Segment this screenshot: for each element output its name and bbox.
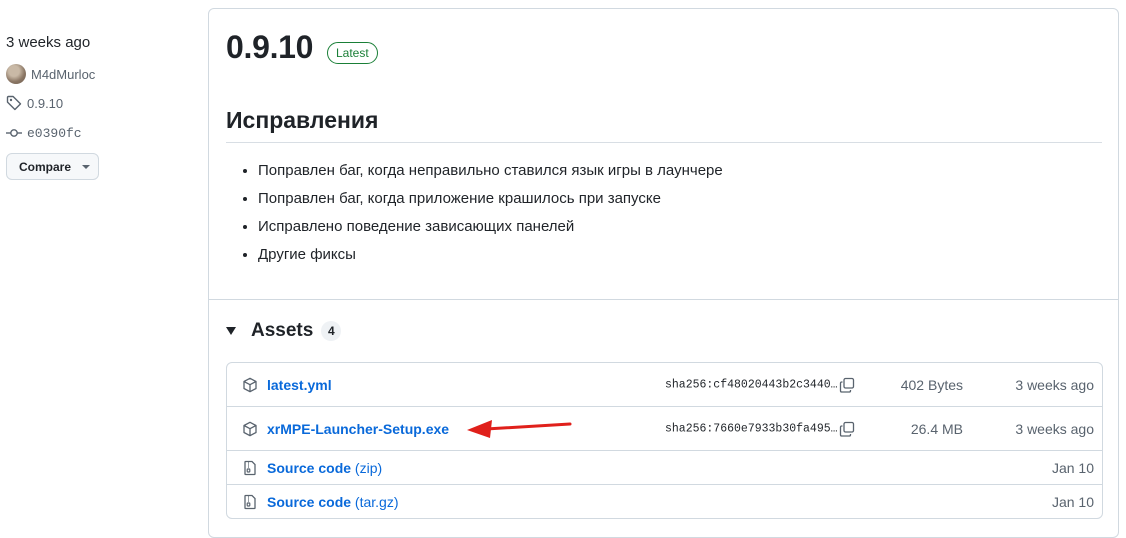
release-tag[interactable]: 0.9.10 [6,95,63,111]
avatar[interactable] [6,64,26,84]
latest-badge: Latest [327,42,378,64]
assets-count-badge: 4 [321,321,342,341]
release-card: 0.9.10 Latest Исправления Поправлен баг,… [208,8,1119,538]
tag-label[interactable]: 0.9.10 [27,96,63,111]
release-notes-heading: Исправления [226,107,379,133]
asset-link-label[interactable]: Source code [267,494,351,510]
asset-date: Jan 10 [1051,493,1094,510]
asset-row: latest.yml sha256:cf48020443b2c3440… 402… [227,363,1102,406]
asset-link-ext[interactable]: (zip) [355,460,382,476]
asset-row: xrMPE-Launcher-Setup.exe sha256:7660e793… [227,406,1102,450]
asset-date: 3 weeks ago [1015,376,1094,393]
assets-title: Assets [251,320,314,341]
asset-link[interactable]: Source code (tar.gz) [267,494,399,510]
commit-sha[interactable]: e0390fc [27,126,82,141]
release-title[interactable]: 0.9.10 [226,29,313,66]
package-icon [243,421,257,436]
list-item: Поправлен баг, когда приложение крашилос… [258,189,723,217]
list-item: Поправлен баг, когда неправильно ставилс… [258,161,723,189]
asset-row: Source code (zip) Jan 10 [227,450,1102,484]
author-name[interactable]: M4dMurloc [31,67,95,82]
asset-date: 3 weeks ago [1015,420,1094,437]
asset-link[interactable]: latest.yml [267,377,332,393]
asset-size: 26.4 MB [910,420,963,437]
release-author[interactable]: M4dMurloc [6,64,95,84]
asset-sha: sha256:cf48020443b2c3440… [665,378,838,391]
section-divider [209,299,1118,300]
release-notes-list: Поправлен баг, когда неправильно ставилс… [226,161,723,273]
package-icon [243,377,257,392]
asset-row: Source code (tar.gz) Jan 10 [227,484,1102,518]
asset-link-label[interactable]: Source code [267,460,351,476]
asset-link-ext[interactable]: (tar.gz) [355,494,399,510]
triangle-down-icon [226,327,236,335]
compare-label: Compare [19,159,72,174]
tag-icon [6,95,22,111]
asset-link[interactable]: xrMPE-Launcher-Setup.exe [267,421,449,437]
file-zip-icon [244,494,256,509]
compare-button[interactable]: Compare [6,153,99,180]
copy-icon[interactable] [839,377,855,393]
chevron-down-icon [82,164,91,169]
heading-divider [226,142,1102,143]
assets-toggle[interactable]: Assets 4 [226,320,342,342]
release-date: 3 weeks ago [6,34,91,51]
copy-icon[interactable] [839,421,855,437]
asset-link[interactable]: Source code (zip) [267,460,382,476]
list-item: Исправлено поведение зависающих панелей [258,217,723,245]
commit-icon [6,129,22,137]
file-zip-icon [244,460,256,475]
asset-date: Jan 10 [1051,459,1094,476]
assets-list: latest.yml sha256:cf48020443b2c3440… 402… [226,362,1103,519]
release-commit[interactable]: e0390fc [6,125,82,141]
asset-sha: sha256:7660e7933b30fa495… [665,422,838,435]
asset-size: 402 Bytes [900,376,963,393]
list-item: Другие фиксы [258,245,723,273]
